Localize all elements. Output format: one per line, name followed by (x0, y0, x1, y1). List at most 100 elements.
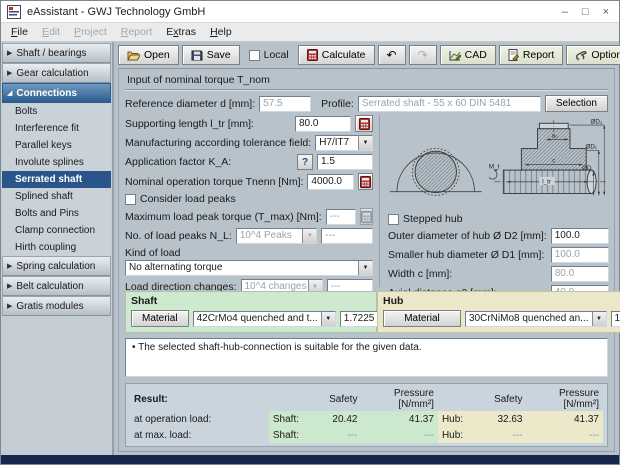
hub-cell-label: Hub: (438, 427, 476, 443)
hub-safety-value: 32.63 (476, 411, 526, 427)
report-icon (508, 49, 519, 61)
menu-help[interactable]: Help (204, 24, 238, 40)
sidebar: ▶Shaft / bearings ▶Gear calculation ◢Con… (1, 42, 114, 455)
close-icon[interactable]: × (603, 6, 609, 18)
hub-material-button[interactable]: Material (383, 310, 461, 327)
chevron-right-icon: ▶ (7, 262, 12, 270)
chevron-right-icon: ▶ (7, 69, 12, 77)
sidebar-group-connections[interactable]: ◢Connections (2, 83, 111, 103)
tolerance-dropdown[interactable]: H7/IT7▼ (315, 135, 373, 151)
chevron-down-icon[interactable]: ▼ (321, 312, 335, 326)
menu-extras[interactable]: Extras (160, 24, 202, 40)
hub-material-dropdown[interactable]: 30CrNiMo8 quenched an...▼ (465, 311, 607, 327)
dim-label-mt: M_t (489, 163, 500, 170)
tolerance-field-label: Manufacturing according tolerance field: (125, 137, 311, 149)
options-button[interactable]: Options (566, 45, 620, 65)
outer-diameter-d2-label: Outer diameter of hub Ø D2 [mm]: (388, 230, 547, 242)
nominal-torque-field[interactable]: 4000.0 (307, 174, 354, 190)
sidebar-item-parallel-keys[interactable]: Parallel keys (2, 137, 111, 154)
sidebar-group-spring-calculation[interactable]: ▶Spring calculation (2, 256, 111, 276)
dim-label-c: c (552, 157, 555, 164)
hub-column: a₀ c l_tr M_t (379, 115, 609, 287)
chevron-down-icon[interactable]: ▼ (358, 136, 372, 150)
menu-report: Report (115, 24, 159, 40)
load-peaks-unit-dropdown: 10^4 Peaks▼ (236, 228, 317, 244)
maximize-icon[interactable]: □ (582, 6, 589, 18)
chevron-right-icon: ▶ (7, 282, 12, 290)
toolbar: Open Save Local Calculate ↶ ↷ CAD (118, 45, 615, 68)
chevron-down-icon: ▼ (302, 229, 316, 243)
sidebar-item-splined-shaft[interactable]: Splined shaft (2, 188, 111, 205)
result-row-operation: at operation load: Shaft: 20.42 41.37 Hu… (130, 411, 603, 427)
stepped-hub-checkbox[interactable] (388, 214, 399, 225)
sidebar-group-belt-calculation[interactable]: ▶Belt calculation (2, 276, 111, 296)
sidebar-item-hirth-coupling[interactable]: Hirth coupling (2, 239, 111, 256)
shaft-material-button[interactable]: Material (131, 310, 189, 327)
title-bar: eAssistant - GWJ Technology GmbH – □ × (1, 1, 619, 23)
shaft-pressure-value: --- (361, 427, 437, 443)
sidebar-group-shaft-bearings[interactable]: ▶Shaft / bearings (2, 43, 111, 63)
minimize-icon[interactable]: – (562, 6, 568, 18)
reference-diameter-label: Reference diameter d [mm]: (125, 98, 255, 110)
sidebar-item-bolts[interactable]: Bolts (2, 103, 111, 120)
undo-icon: ↶ (387, 49, 397, 61)
app-window: eAssistant - GWJ Technology GmbH – □ × F… (0, 0, 620, 465)
hub-pressure-value: 41.37 (526, 411, 603, 427)
save-floppy-icon (191, 50, 203, 61)
supporting-length-field[interactable]: 80.0 (295, 116, 351, 132)
main-panel: Open Save Local Calculate ↶ ↷ CAD (114, 42, 619, 455)
dim-label-a0: a₀ (552, 133, 559, 140)
hub-cell-label: Hub: (438, 411, 476, 427)
chevron-down-icon[interactable]: ▼ (358, 261, 372, 275)
outer-diameter-d2-field[interactable]: 100.0 (551, 228, 609, 244)
undo-button[interactable]: ↶ (378, 45, 406, 65)
consider-load-peaks-checkbox[interactable] (125, 194, 136, 205)
chevron-down-icon[interactable]: ▼ (592, 312, 606, 326)
materials-section: Shaft Material 42CrMo4 quenched and t...… (125, 291, 608, 333)
sidebar-item-involute-splines[interactable]: Involute splines (2, 154, 111, 171)
nominal-torque-calculator-button[interactable] (358, 173, 373, 190)
kind-of-load-dropdown[interactable]: No alternating torque▼ (125, 260, 373, 276)
application-factor-help-button[interactable]: ? (297, 154, 313, 170)
menu-file[interactable]: File (5, 24, 34, 40)
application-factor-field[interactable]: 1.5 (317, 154, 373, 170)
hub-title: Hub (383, 295, 620, 307)
local-label: Local (264, 49, 289, 61)
sidebar-group-gratis-modules[interactable]: ▶Gratis modules (2, 296, 111, 316)
message-box: • The selected shaft-hub-connection is s… (125, 338, 608, 377)
selection-button[interactable]: Selection (545, 95, 608, 112)
sidebar-item-clamp-connection[interactable]: Clamp connection (2, 222, 111, 239)
cad-button[interactable]: CAD (440, 45, 496, 65)
load-peaks-label: No. of load peaks N_L: (125, 230, 232, 242)
cad-icon (449, 50, 461, 61)
sidebar-group-gear-calculation[interactable]: ▶Gear calculation (2, 63, 111, 83)
sidebar-item-interference-fit[interactable]: Interference fit (2, 120, 111, 137)
calculator-icon (360, 176, 371, 188)
hub-safety-value: --- (476, 427, 526, 443)
dim-label-d: ØD (582, 165, 592, 172)
sidebar-item-bolts-and-pins[interactable]: Bolts and Pins (2, 205, 111, 222)
local-checkbox[interactable] (249, 50, 260, 61)
dim-label-d2: ØD₂ (591, 119, 603, 126)
width-c-label: Width c [mm]: (388, 268, 547, 280)
dim-label-d1: ØD₁ (585, 143, 597, 150)
open-button[interactable]: Open (118, 45, 179, 65)
shaft-cell-label: Shaft: (269, 427, 311, 443)
smaller-diameter-d1-field: 100.0 (551, 247, 609, 263)
chevron-right-icon: ▶ (7, 302, 12, 310)
sidebar-item-serrated-shaft[interactable]: Serrated shaft (2, 171, 111, 188)
shaft-material-dropdown[interactable]: 42CrMo4 quenched and t...▼ (193, 311, 336, 327)
hub-material-number-dropdown[interactable]: 1.6580▼ (611, 311, 620, 327)
report-button[interactable]: Report (499, 45, 564, 65)
supporting-length-calculator-button[interactable] (355, 115, 373, 132)
save-button[interactable]: Save (182, 45, 240, 65)
result-title: Result: (130, 387, 269, 411)
menu-edit: Edit (36, 24, 66, 40)
shaft-title: Shaft (131, 295, 371, 307)
result-panel: Result: Safety Pressure [N/mm²] Safety P… (125, 383, 608, 447)
calculate-button[interactable]: Calculate (298, 45, 375, 65)
hub-material-panel: Hub Material 30CrNiMo8 quenched an...▼ 1… (377, 291, 620, 333)
reference-profile-row: Reference diameter d [mm]: 57.5 Profile:… (125, 95, 608, 112)
shaft-safety-value: 20.42 (311, 411, 361, 427)
options-clamp-icon (575, 50, 587, 61)
